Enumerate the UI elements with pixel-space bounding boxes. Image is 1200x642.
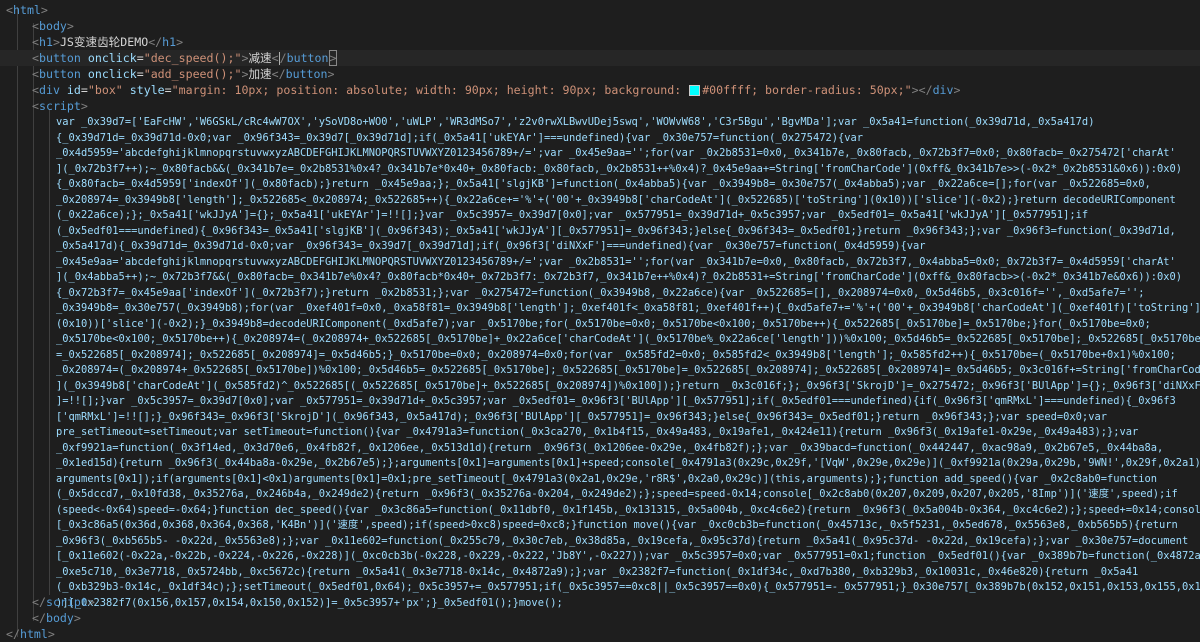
code-line: ](_0x4abba5++);~_0x72b3f7&&(_0x80facb=_0… (56, 271, 1183, 283)
code-line: _0xe5c710,_0x3e7718,_0x5724bb,_0xc5672c)… (56, 565, 1139, 578)
code-line: var _0x39d7=['EaFcHW','W6GSkL/cRc4wW7OX'… (56, 116, 1095, 128)
h1-text: JS变速齿轮DEMO (59, 35, 149, 49)
code-line: arguments[0x1]);if(arguments[0x1]<0x1)ar… (56, 472, 1158, 485)
line-button-add: <button onclick="add_speed();">加速</butto… (32, 67, 335, 81)
line-h1: <h1>JS变速齿轮DEMO</h1> (32, 35, 184, 49)
code-line: [_0x11e602(-0x22a,-0x22b,-0x224,-0x226,-… (56, 550, 1200, 562)
code-line: {_0x80facb=_0x4d5959['indexOf'](_0x80fac… (56, 178, 1151, 190)
code-line: _0x1ed15d){return _0x96f3(_0x44ba8a-0x29… (56, 457, 1200, 469)
code-line: _0x3949b8=_0x30e757(_0x3949b8);for(var _… (56, 302, 1200, 314)
code-line: ['qmRMxL']=!![];}_0x96f343=_0x96f3['Skro… (56, 410, 1107, 423)
code-line: {_0x72b3f7=_0x45e9aa['indexOf'](_0x72b3f… (56, 286, 1145, 299)
code-line: ](_0x72b3f7++);~_0x80facb&&(_0x341b7e=_0… (56, 162, 1183, 175)
line-script-close: </script> (32, 595, 95, 609)
code-line: (_0x5dccd7,_0x10fd38,_0x35276a,_0x246b4a… (56, 488, 1178, 500)
line-html-close: </html> (6, 627, 55, 641)
code-line: _0x5a417d){_0x39d71d=_0x39d71d-0x0;var _… (56, 240, 926, 252)
line-body-close: </body> (32, 611, 81, 625)
code-line: ]=!![];}var _0x5c3957=_0x39d7[0x0];var _… (56, 395, 1176, 407)
line-script-open: <script> (32, 99, 88, 113)
code-line: _0x208974=(_0x208974+_0x522685[_0x5170be… (56, 364, 1200, 376)
code-line: (_0x22a6ce);};_0x5a41['wkJJyA']={};_0x5a… (56, 209, 1089, 221)
line-div-box: <div id="box" style="margin: 10px; posit… (32, 83, 961, 97)
code-line: (speed<-0x64)speed=-0x64;}function dec_s… (56, 503, 1200, 516)
code-line: (0x10))['slice'](-0x2);}_0x3949b8=decode… (56, 317, 1151, 330)
code-line: =_0x522685[_0x208974];_0x522685[_0x20897… (56, 348, 1176, 361)
code-line: _0x45e9aa='abcdefghijklmnopqrstuvwxyzABC… (56, 255, 1176, 268)
button-dec-text: 减速 (248, 51, 272, 65)
color-swatch-icon[interactable] (689, 85, 701, 96)
code-line: _0x4d5959='abcdefghijklmnopqrstuvwxyzABC… (56, 147, 1176, 159)
code-line: ](_0x3949b8['charCodeAt'](_0x585fd2)^_0x… (56, 379, 1200, 392)
code-line: (_0x5edf01===undefined){_0x96f343=_0x5a4… (56, 224, 1176, 237)
line-button-dec: <button onclick="dec_speed();">减速</butto… (0, 50, 1200, 66)
code-line: _0x5170be<0x100;_0x5170be++){_0x208974=(… (56, 333, 1200, 345)
code-line: _0xf9921a=function(_0x3f14ed,_0x3d70e6,_… (56, 441, 1164, 454)
code-line: _0x96f3(_0xb565b5- -0x22d,_0x5563e8);};v… (56, 534, 1189, 547)
code-line: [_0x3c86a5(0x36d,0x368,0x364,0x368,'K4Bn… (56, 519, 1178, 531)
code-line: (_0xb329b3-0x14c,_0x1df34c);};setTimeout… (56, 581, 1200, 593)
code-line: {_0x39d71d=_0x39d71d-0x0;var _0x96f343=_… (56, 131, 863, 144)
line-html-open: <html> (6, 3, 48, 17)
code-line: _0x208974=_0x3949b8['length'];_0x522685<… (56, 193, 1176, 206)
button-add-text: 加速 (248, 67, 272, 81)
code-editor[interactable]: <html> <body> <h1>JS变速齿轮DEMO</h1> <butto… (0, 0, 1200, 641)
line-body-open: <body> (32, 19, 74, 33)
code-line: pre_setTimeout=setTimeout;var setTimeout… (56, 426, 1139, 438)
